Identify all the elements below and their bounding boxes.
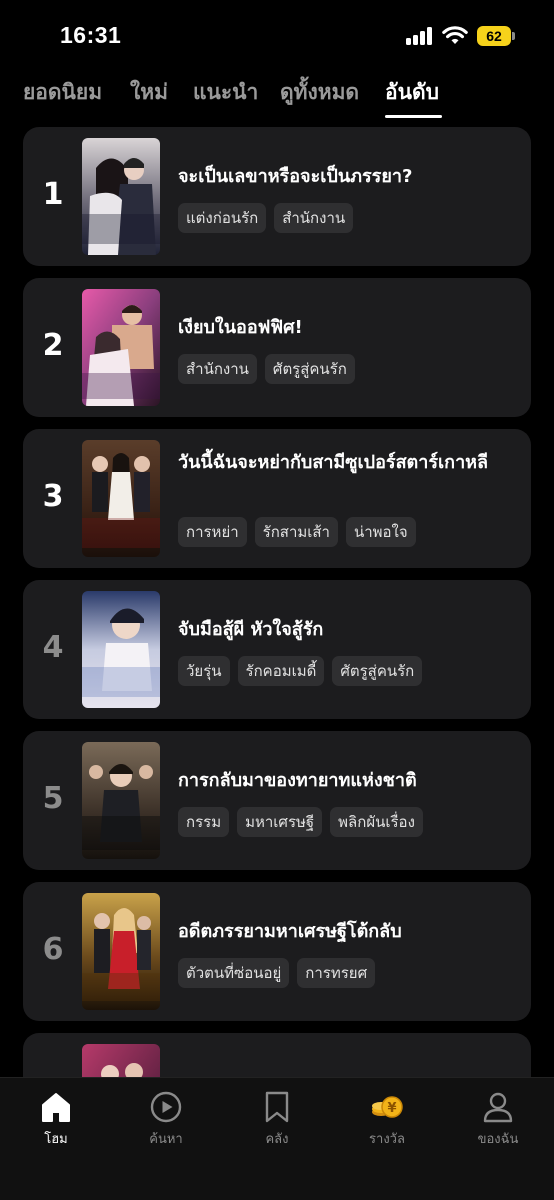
ranking-card[interactable]: 1 จะเป็นเลขาหรือจะเป็นภรรยา? แต่งก่อนรัก… bbox=[23, 127, 531, 266]
tag[interactable]: รักคอมเมดี้ bbox=[237, 656, 325, 686]
tag-list: กรรม มหาเศรษฐี พลิกผันเรื่อง bbox=[178, 807, 423, 837]
tag-list: ตัวตนที่ซ่อนอยู่ การทรยศ bbox=[178, 958, 376, 988]
tab-view-all[interactable]: ดูทั้งหมด bbox=[280, 76, 359, 109]
nav-search[interactable]: ค้นหา bbox=[121, 1090, 211, 1149]
ranking-card[interactable]: 4 จับมือสู้ผี หัวใจสู้รัก วัยรุ่น รักคอม… bbox=[23, 580, 531, 719]
drama-title: จับมือสู้ผี หัวใจสู้รัก bbox=[178, 619, 324, 640]
tag[interactable]: มหาเศรษฐี bbox=[237, 807, 323, 837]
nav-home[interactable]: โฮม bbox=[11, 1090, 101, 1149]
nav-library[interactable]: คลัง bbox=[232, 1090, 322, 1149]
nav-profile-label: ของฉัน bbox=[477, 1132, 519, 1147]
rank-number: 1 bbox=[42, 177, 64, 212]
tag[interactable]: การทรยศ bbox=[297, 958, 376, 988]
status-bar: 16:31 62 bbox=[0, 0, 554, 70]
active-tab-indicator bbox=[385, 115, 442, 118]
tab-recommended[interactable]: แนะนำ bbox=[193, 76, 258, 109]
tag[interactable]: ศัตรูสู่คนรัก bbox=[264, 354, 355, 384]
poster-image[interactable] bbox=[82, 591, 160, 708]
rank-number: 4 bbox=[42, 630, 64, 665]
drama-title: เงียบในออฟฟิศ! bbox=[178, 317, 303, 338]
rank-number: 5 bbox=[42, 781, 64, 816]
tag[interactable]: ศัตรูสู่คนรัก bbox=[332, 656, 423, 686]
tag[interactable]: การหย่า bbox=[178, 517, 247, 547]
tag[interactable]: น่าพอใจ bbox=[345, 517, 416, 547]
ranking-card[interactable]: 5 การกลับมาของทายาทแห่งชาติ กรรม มหาเศรษ… bbox=[23, 731, 531, 870]
rank-number: 6 bbox=[42, 932, 64, 967]
battery-level: 62 bbox=[477, 26, 511, 46]
status-time: 16:31 bbox=[60, 22, 122, 48]
bottom-navigation: โฮม ค้นหา คลัง ¥ รางวัล ของฉัน bbox=[0, 1077, 554, 1200]
tag-list: การหย่า รักสามเส้า น่าพอใจ bbox=[178, 517, 416, 547]
drama-title: วันนี้ฉันจะหย่ากับสามีซูเปอร์สตาร์เกาหลี bbox=[178, 452, 489, 473]
tag[interactable]: สำนักงาน bbox=[274, 203, 354, 233]
nav-library-label: คลัง bbox=[265, 1132, 289, 1147]
drama-title: การกลับมาของทายาทแห่งชาติ bbox=[178, 770, 417, 791]
rank-number: 3 bbox=[42, 479, 64, 514]
poster-image[interactable] bbox=[82, 893, 160, 1010]
tab-new[interactable]: ใหม่ bbox=[130, 76, 168, 109]
wifi-icon bbox=[442, 26, 468, 44]
nav-profile[interactable]: ของฉัน bbox=[453, 1090, 543, 1149]
poster-image[interactable] bbox=[82, 138, 160, 255]
nav-rewards-label: รางวัล bbox=[369, 1132, 405, 1147]
tab-ranking[interactable]: อันดับ bbox=[385, 76, 439, 109]
tag[interactable]: ตัวตนที่ซ่อนอยู่ bbox=[178, 958, 290, 988]
ranking-card[interactable]: 6 อดีตภรรยามหาเศรษฐีโต้กลับ ตัวตนที่ซ่อน… bbox=[23, 882, 531, 1021]
ranking-card[interactable]: 2 เงียบในออฟฟิศ! สำนักงาน ศัตรูสู่คนรัก bbox=[23, 278, 531, 417]
category-tabs: ยอดนิยม ใหม่ แนะนำ ดูทั้งหมด อันดับ bbox=[0, 76, 554, 122]
tag-list: สำนักงาน ศัตรูสู่คนรัก bbox=[178, 354, 355, 384]
poster-image[interactable] bbox=[82, 742, 160, 859]
coins-icon: ¥ bbox=[372, 1096, 403, 1118]
drama-title: อดีตภรรยามหาเศรษฐีโต้กลับ bbox=[178, 921, 402, 942]
svg-text:¥: ¥ bbox=[387, 1101, 396, 1116]
tag[interactable]: พลิกผันเรื่อง bbox=[330, 807, 423, 837]
tag[interactable]: แต่งก่อนรัก bbox=[178, 203, 267, 233]
tag[interactable]: กรรม bbox=[178, 807, 230, 837]
nav-search-label: ค้นหา bbox=[149, 1132, 183, 1147]
nav-home-label: โฮม bbox=[44, 1132, 68, 1147]
tag[interactable]: สำนักงาน bbox=[178, 354, 257, 384]
battery-icon: 62 bbox=[477, 26, 515, 46]
tag[interactable]: วัยรุ่น bbox=[178, 656, 230, 686]
poster-image[interactable] bbox=[82, 440, 160, 557]
tag-list: วัยรุ่น รักคอมเมดี้ ศัตรูสู่คนรัก bbox=[178, 656, 423, 686]
poster-image[interactable] bbox=[82, 289, 160, 406]
cellular-signal-icon bbox=[406, 27, 434, 45]
ranking-card[interactable]: 3 วันนี้ฉันจะหย่ากับสามีซูเปอร์สตาร์เกาห… bbox=[23, 429, 531, 568]
tag[interactable]: รักสามเส้า bbox=[254, 517, 338, 547]
bookmark-icon bbox=[265, 1091, 289, 1123]
user-icon bbox=[483, 1092, 513, 1123]
play-circle-icon bbox=[150, 1091, 182, 1123]
tab-popular[interactable]: ยอดนิยม bbox=[23, 76, 102, 109]
nav-rewards[interactable]: ¥ รางวัล bbox=[342, 1090, 432, 1149]
tag-list: แต่งก่อนรัก สำนักงาน bbox=[178, 203, 354, 233]
rank-number: 2 bbox=[42, 328, 64, 363]
drama-title: จะเป็นเลขาหรือจะเป็นภรรยา? bbox=[178, 166, 413, 187]
home-icon bbox=[42, 1093, 70, 1122]
